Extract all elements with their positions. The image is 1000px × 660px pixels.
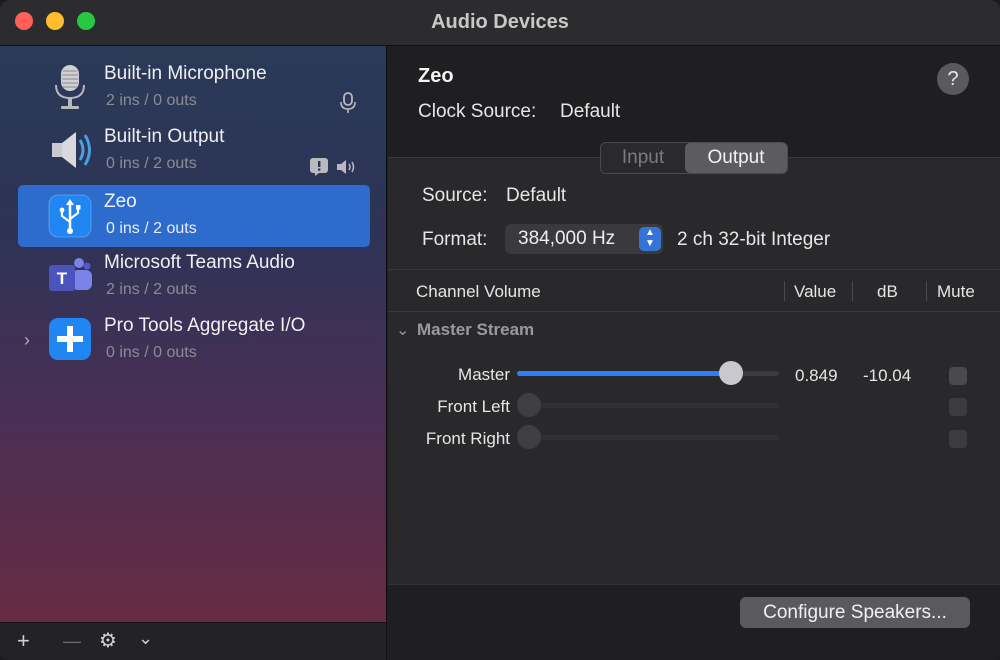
channel-label: Master (458, 365, 510, 384)
gear-icon[interactable]: ⚙ (99, 628, 117, 654)
device-io: 0 ins / 2 outs (106, 155, 197, 172)
audio-devices-window: Audio Devices Built-in Microphone 2 ins … (0, 0, 1000, 660)
slider-knob[interactable] (719, 361, 743, 385)
configure-speakers-button[interactable]: Configure Speakers... (740, 597, 970, 628)
tab-output[interactable]: Output (685, 143, 787, 173)
format-label: Format: (422, 229, 488, 250)
device-item-microsoft-teams-audio[interactable]: T Microsoft Teams Audio 2 ins / 2 outs (18, 246, 370, 308)
teams-icon: T (49, 258, 92, 291)
mic-badge-icon (340, 92, 356, 113)
device-name: Pro Tools Aggregate I/O (104, 315, 306, 336)
column-header-channel-volume[interactable]: Channel Volume (416, 282, 541, 302)
column-header-mute[interactable]: Mute (937, 282, 975, 302)
usb-icon (48, 194, 92, 238)
device-io: 0 ins / 2 outs (106, 220, 197, 237)
device-item-built-in-output[interactable]: Built-in Output 0 ins / 2 outs (18, 120, 370, 182)
channel-label: Front Right (425, 429, 510, 448)
stepper-chevron-icon: ▲ ▼ (639, 227, 661, 251)
column-header-value[interactable]: Value (794, 282, 836, 302)
title-bar: Audio Devices (0, 0, 1000, 46)
source-value: Default (506, 185, 567, 206)
group-header-master-stream: Master Stream (417, 320, 535, 339)
add-device-button[interactable]: + (17, 628, 30, 654)
volume-slider (517, 393, 779, 417)
mute-checkbox[interactable] (949, 430, 967, 448)
tab-input[interactable]: Input (601, 143, 685, 173)
clock-source-label: Clock Source: (418, 101, 537, 122)
device-title: Zeo (418, 65, 454, 87)
slider-knob (517, 393, 541, 417)
clock-source-value[interactable]: Default (560, 101, 620, 123)
mute-checkbox[interactable] (949, 398, 967, 416)
chevron-down-icon[interactable]: ⌄ (396, 320, 409, 340)
device-item-built-in-microphone[interactable]: Built-in Microphone 2 ins / 0 outs (18, 57, 370, 119)
format-description: 2 ch 32-bit Integer (677, 229, 831, 250)
device-io: 2 ins / 0 outs (106, 92, 197, 109)
device-name: Built-in Output (104, 126, 225, 147)
slider-knob (517, 425, 541, 449)
svg-text:T: T (57, 269, 68, 288)
footer-divider (388, 584, 1000, 585)
aggregate-plus-icon (49, 318, 91, 360)
help-button[interactable]: ? (937, 63, 969, 95)
source-label: Source: (422, 185, 488, 206)
format-popup[interactable]: 384,000 Hz ▲ ▼ (505, 224, 663, 254)
device-name: Microsoft Teams Audio (104, 252, 295, 273)
channel-db: -10.04 (863, 366, 912, 385)
speaker-icon (52, 132, 91, 168)
device-name: Built-in Microphone (104, 63, 267, 84)
alert-speaker-badge-icon (310, 158, 355, 176)
channel-label: Front Left (437, 397, 510, 416)
device-item-pro-tools-aggregate[interactable]: Pro Tools Aggregate I/O 0 ins / 0 outs (18, 309, 370, 371)
column-separator (784, 281, 785, 301)
remove-device-button[interactable]: — (63, 628, 81, 654)
column-separator (926, 281, 927, 301)
mute-checkbox[interactable] (949, 367, 967, 385)
slider-fill (517, 371, 731, 376)
column-separator (852, 281, 853, 301)
device-io: 0 ins / 0 outs (106, 344, 197, 361)
table-top-divider (388, 269, 1000, 270)
chevron-down-icon[interactable]: ⌄ (138, 625, 153, 651)
microphone-icon (55, 65, 85, 109)
device-item-zeo[interactable]: Zeo 0 ins / 2 outs (18, 185, 370, 247)
volume-slider[interactable] (517, 361, 779, 385)
volume-slider (517, 425, 779, 449)
table-header-divider (388, 311, 1000, 312)
window-title: Audio Devices (431, 11, 569, 33)
device-io: 2 ins / 2 outs (106, 281, 197, 298)
format-value: 384,000 Hz (518, 228, 616, 249)
device-name: Zeo (104, 191, 137, 212)
column-header-db[interactable]: dB (877, 282, 898, 302)
sidebar-toolbar: + — ⚙ ⌄ (0, 622, 386, 660)
input-output-segmented-control[interactable]: Input Output (600, 142, 788, 174)
channel-value: 0.849 (795, 366, 838, 385)
